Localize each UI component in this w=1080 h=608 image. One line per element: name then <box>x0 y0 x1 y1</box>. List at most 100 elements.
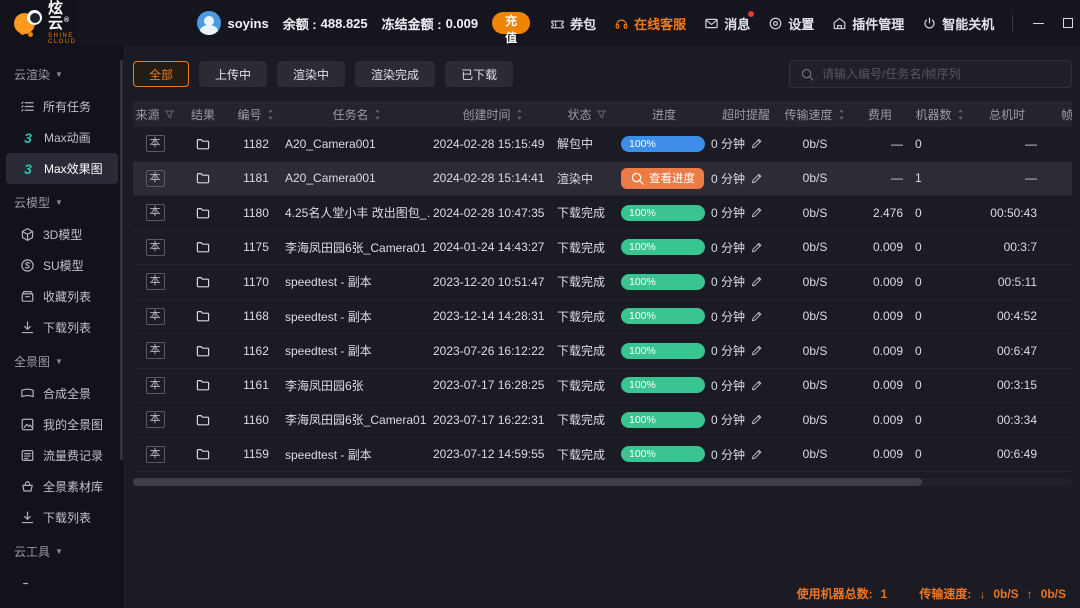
sort-icon[interactable] <box>373 108 382 121</box>
column-header-created[interactable]: 创建时间 <box>431 106 555 123</box>
search-input[interactable] <box>822 67 1061 81</box>
id-value: 1170 <box>243 275 269 289</box>
cell-source: 本 <box>133 170 177 187</box>
edit-timeout-icon[interactable] <box>750 206 763 219</box>
window-controls <box>1012 10 1080 36</box>
open-folder-button[interactable] <box>195 343 211 359</box>
filter-tab-渲染完成[interactable]: 渲染完成 <box>355 61 435 87</box>
filter-icon[interactable] <box>596 109 607 120</box>
sidebar-item-全景素材库[interactable]: 全景素材库 <box>6 471 118 502</box>
sidebar-scrollbar[interactable] <box>120 60 123 460</box>
sidebar-section-header[interactable]: 云工具▼ <box>0 535 124 568</box>
open-folder-button[interactable] <box>195 377 211 393</box>
open-folder-button[interactable] <box>195 308 211 324</box>
topbar-item-coupon[interactable]: 券包 <box>550 14 596 33</box>
table-row[interactable]: 本1160李海凤田园6张_Camera012023-07-17 16:22:31… <box>133 403 1072 438</box>
column-header-result[interactable]: 结果 <box>177 106 229 123</box>
edit-timeout-icon[interactable] <box>750 344 763 357</box>
topbar-item-messages[interactable]: 消息 <box>704 14 750 33</box>
cell-progress: 100% <box>619 136 709 152</box>
sidebar-item-Max动画[interactable]: 3Max动画 <box>6 122 118 153</box>
sidebar-item-3D模型[interactable]: 3D模型 <box>6 219 118 250</box>
sidebar-item-下载列表[interactable]: 下载列表 <box>6 502 118 533</box>
table-row[interactable]: 本11804.25名人堂小丰 改出图包_…2024-02-28 10:47:35… <box>133 196 1072 231</box>
open-folder-button[interactable] <box>195 412 211 428</box>
sort-icon[interactable] <box>266 108 275 121</box>
open-folder-button[interactable] <box>195 239 211 255</box>
minimize-button[interactable] <box>1025 10 1051 36</box>
folder-icon <box>195 239 211 255</box>
open-folder-button[interactable] <box>195 170 211 186</box>
topbar-item-shutdown[interactable]: 智能关机 <box>922 14 994 33</box>
edit-timeout-icon[interactable] <box>750 275 763 288</box>
sort-icon[interactable] <box>515 108 524 121</box>
sidebar-item-流量费记录[interactable]: 流量费记录 <box>6 440 118 471</box>
column-header-name[interactable]: 任务名 <box>283 106 431 123</box>
column-header-id[interactable]: 编号 <box>229 106 283 123</box>
sidebar-item-Max效果图[interactable]: 3Max效果图 <box>6 153 118 184</box>
table-row[interactable]: 本1159speedtest - 副本2023-07-12 14:59:55下载… <box>133 438 1072 473</box>
balance-value: 488.825 <box>321 16 368 31</box>
open-folder-button[interactable] <box>195 205 211 221</box>
open-folder-button[interactable] <box>195 136 211 152</box>
column-header-speed[interactable]: 传输速度 <box>783 106 847 123</box>
sort-icon[interactable] <box>837 108 846 121</box>
cell-machines: 0 <box>913 240 967 254</box>
column-header-progress[interactable]: 进度 <box>619 106 709 123</box>
sidebar-item-我的全景图[interactable]: 我的全景图 <box>6 409 118 440</box>
table-row[interactable]: 本1170speedtest - 副本2023-12-20 10:51:47下载… <box>133 265 1072 300</box>
edit-timeout-icon[interactable] <box>750 172 763 185</box>
sidebar-item-收藏列表[interactable]: 收藏列表 <box>6 281 118 312</box>
user-account[interactable]: soyins <box>197 11 269 35</box>
edit-timeout-icon[interactable] <box>750 448 763 461</box>
edit-timeout-icon[interactable] <box>750 379 763 392</box>
column-header-source[interactable]: 来源 <box>133 106 177 123</box>
open-folder-button[interactable] <box>195 446 211 462</box>
download-icon <box>20 320 35 335</box>
table-row[interactable]: 本1168speedtest - 副本2023-12-14 14:28:31下载… <box>133 300 1072 335</box>
table-row[interactable]: 本1162speedtest - 副本2023-07-26 16:12:22下载… <box>133 334 1072 369</box>
sidebar-section-header[interactable]: 云渲染▼ <box>0 58 124 91</box>
horizontal-scrollbar-thumb[interactable] <box>133 478 922 486</box>
filter-tab-渲染中[interactable]: 渲染中 <box>277 61 345 87</box>
table-row[interactable]: 本1181A20_Camera0012024-02-28 15:14:41渲染中… <box>133 162 1072 197</box>
sidebar-section-header[interactable]: 全景图▼ <box>0 345 124 378</box>
topbar-item-plugins[interactable]: 插件管理 <box>832 14 904 33</box>
edit-timeout-icon[interactable] <box>750 413 763 426</box>
edit-timeout-icon[interactable] <box>750 137 763 150</box>
user-avatar[interactable] <box>197 11 221 35</box>
column-header-timeout[interactable]: 超时提醒 <box>709 106 783 123</box>
edit-timeout-icon[interactable] <box>750 310 763 323</box>
filter-tab-上传中[interactable]: 上传中 <box>199 61 267 87</box>
recharge-button[interactable]: 充值 <box>492 12 530 34</box>
sidebar-item-合成全景[interactable]: 合成全景 <box>6 378 118 409</box>
sort-icon[interactable] <box>956 108 965 121</box>
topbar-item-settings[interactable]: 设置 <box>768 14 814 33</box>
view-progress-button[interactable]: 查看进度 <box>621 168 704 189</box>
table-row[interactable]: 本1182A20_Camera0012024-02-28 15:15:49解包中… <box>133 127 1072 162</box>
folder-icon <box>195 205 211 221</box>
topbar-item-support[interactable]: 在线客服 <box>614 14 686 33</box>
maximize-button[interactable] <box>1055 10 1080 36</box>
edit-timeout-icon[interactable] <box>750 241 763 254</box>
open-folder-button[interactable] <box>195 274 211 290</box>
sidebar-item-SU模型[interactable]: SU模型 <box>6 250 118 281</box>
filter-tab-全部[interactable]: 全部 <box>133 61 189 87</box>
sidebar-item-label: 下载列表 <box>43 319 91 336</box>
table-row[interactable]: 本1175李海凤田园6张_Camera012024-01-24 14:43:27… <box>133 231 1072 266</box>
column-header-fee[interactable]: 费用 <box>847 106 913 123</box>
sidebar-item-所有任务[interactable]: 所有任务 <box>6 91 118 122</box>
cell-total: 00:6:47 <box>967 344 1047 358</box>
filter-icon[interactable] <box>164 109 175 120</box>
column-header-frames[interactable]: 帧 <box>1047 106 1072 123</box>
filter-tab-已下载[interactable]: 已下载 <box>445 61 513 87</box>
sidebar-item-partial[interactable] <box>6 568 118 599</box>
table-row[interactable]: 本1161李海凤田园6张2023-07-17 16:28:25下载完成100%0… <box>133 369 1072 404</box>
column-header-machines[interactable]: 机器数 <box>913 106 967 123</box>
column-header-total[interactable]: 总机时 <box>967 106 1047 123</box>
sidebar-section-header[interactable]: 云模型▼ <box>0 186 124 219</box>
sidebar-item-下载列表[interactable]: 下载列表 <box>6 312 118 343</box>
column-header-status[interactable]: 状态 <box>555 106 619 123</box>
horizontal-scrollbar-track[interactable] <box>133 478 1072 486</box>
source-badge: 本 <box>146 135 165 152</box>
